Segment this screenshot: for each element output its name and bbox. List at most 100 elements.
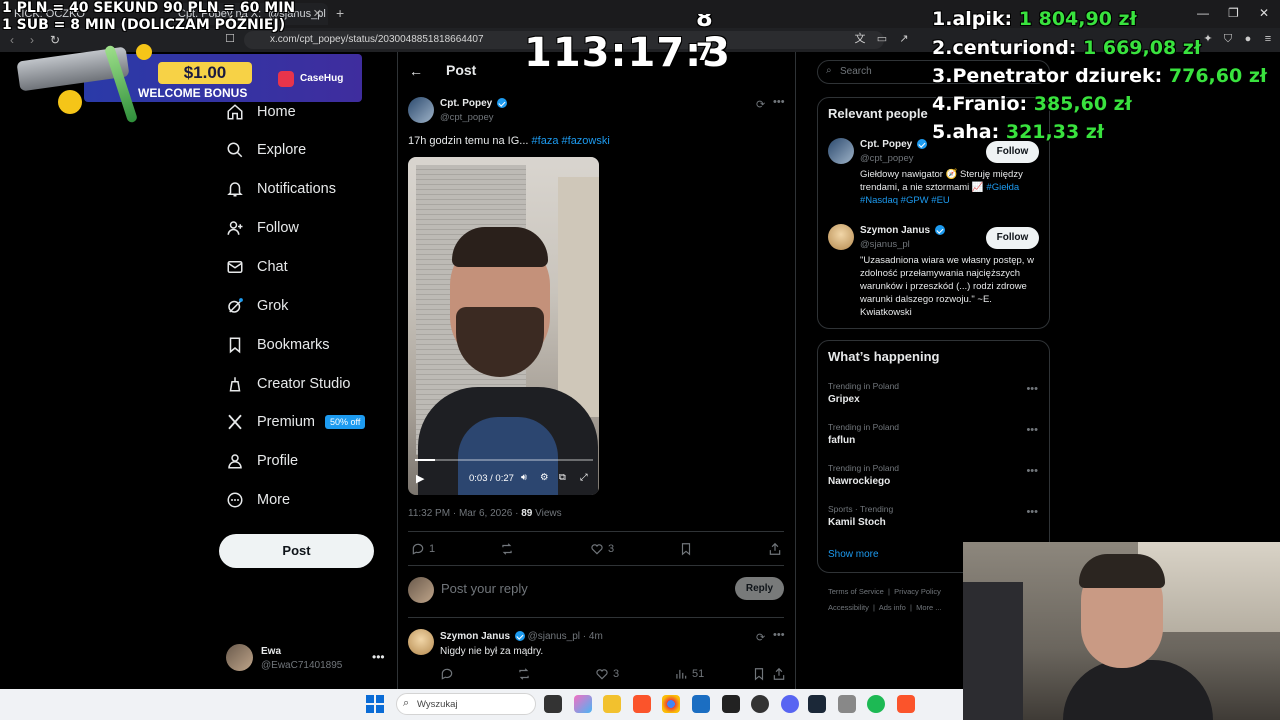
trend-item[interactable]: Sports · Trending Kamil Stoch ••• bbox=[828, 504, 1038, 528]
footer-link[interactable]: More ... bbox=[916, 603, 941, 612]
video-player[interactable]: ▶ 0:03 / 0:27 🔊︎ ⚙ ⧉ ⤢ bbox=[408, 157, 599, 495]
more-icon[interactable]: ••• bbox=[773, 96, 785, 108]
brave-icon[interactable] bbox=[897, 695, 915, 713]
fullscreen-icon[interactable]: ⤢ bbox=[580, 472, 588, 483]
bookmark-button[interactable] bbox=[679, 542, 697, 556]
grok-analyze-icon[interactable]: ⟳ bbox=[756, 98, 765, 111]
screenshot-icon[interactable]: ▭ bbox=[876, 33, 888, 45]
maximize-icon[interactable]: ❐ bbox=[1228, 6, 1239, 20]
avatar[interactable] bbox=[828, 138, 854, 164]
brave-icon[interactable] bbox=[633, 695, 651, 713]
file-explorer-icon[interactable] bbox=[603, 695, 621, 713]
store-icon[interactable] bbox=[692, 695, 710, 713]
bookmark-button[interactable] bbox=[752, 667, 770, 681]
show-more-link[interactable]: Show more bbox=[828, 549, 879, 560]
share-icon[interactable]: ↗ bbox=[898, 33, 910, 45]
close-icon[interactable]: ✕ bbox=[313, 7, 322, 20]
back-icon[interactable]: ‹ bbox=[10, 33, 14, 47]
spotify-icon[interactable] bbox=[867, 695, 885, 713]
person-name[interactable]: Szymon Janus bbox=[860, 225, 945, 236]
translate-icon[interactable]: 文 bbox=[854, 33, 866, 45]
task-view-icon[interactable] bbox=[544, 695, 562, 713]
account-switcher[interactable]: Ewa @EwaC71401895 ••• bbox=[226, 644, 386, 676]
more-icon[interactable]: ••• bbox=[1026, 383, 1038, 395]
sidebar-item-chat[interactable]: Chat bbox=[226, 253, 288, 281]
footer-link[interactable]: Privacy Policy bbox=[894, 587, 941, 596]
window-close-icon[interactable]: ✕ bbox=[1259, 6, 1269, 20]
reply-button[interactable]: 1 bbox=[411, 542, 435, 556]
steam-icon[interactable] bbox=[808, 695, 826, 713]
reply-input[interactable]: Post your reply bbox=[441, 581, 528, 596]
avatar[interactable] bbox=[828, 224, 854, 250]
obs-icon[interactable] bbox=[751, 695, 769, 713]
avatar[interactable] bbox=[408, 629, 434, 655]
post-author-name[interactable]: Cpt. Popey bbox=[440, 98, 508, 109]
hashtag-link[interactable]: #faza bbox=[532, 135, 559, 147]
coin-icon bbox=[58, 90, 82, 114]
settings-icon[interactable]: ⚙ bbox=[540, 472, 549, 483]
like-button[interactable]: 3 bbox=[590, 542, 614, 556]
sidebar-item-grok[interactable]: Grok bbox=[226, 292, 288, 320]
windows-start-icon[interactable] bbox=[366, 695, 384, 713]
taskbar-search-input[interactable]: ⌕ Wyszukaj bbox=[396, 693, 536, 715]
footer-link[interactable]: Terms of Service bbox=[828, 587, 884, 596]
volume-icon[interactable]: 🔊︎ bbox=[521, 472, 527, 483]
person-bio: "Uzasadniona wiara we własny postęp, w z… bbox=[860, 255, 1034, 318]
more-icon[interactable]: ••• bbox=[1026, 506, 1038, 518]
calculator-icon[interactable] bbox=[838, 695, 856, 713]
video-progress-bar[interactable] bbox=[415, 459, 593, 461]
pip-icon[interactable]: ⧉ bbox=[559, 472, 566, 483]
sidebar-item-premium[interactable]: Premium 50% off bbox=[226, 408, 366, 436]
menu-icon[interactable]: ≡ bbox=[1262, 33, 1274, 45]
repost-button[interactable] bbox=[500, 542, 518, 556]
footer-link[interactable]: Accessibility bbox=[828, 603, 869, 612]
follow-button[interactable]: Follow bbox=[986, 141, 1039, 163]
comment-author-handle[interactable]: @sjanus_pl · 4m bbox=[528, 631, 603, 642]
post-button[interactable]: Post bbox=[219, 534, 374, 568]
share-button[interactable] bbox=[772, 667, 790, 681]
play-icon[interactable]: ▶ bbox=[416, 472, 424, 485]
post-timestamp[interactable]: 11:32 PM · Mar 6, 2026 · bbox=[408, 508, 521, 519]
chrome-icon[interactable] bbox=[662, 695, 680, 713]
sidebar-item-explore[interactable]: Explore bbox=[226, 136, 306, 164]
person-handle[interactable]: @sjanus_pl bbox=[860, 239, 910, 250]
trend-item[interactable]: Trending in Poland Nawrockiego ••• bbox=[828, 463, 1038, 487]
more-icon[interactable]: ••• bbox=[1026, 465, 1038, 477]
reply-button[interactable] bbox=[440, 667, 458, 681]
more-icon[interactable]: ••• bbox=[1026, 424, 1038, 436]
hashtag-link[interactable]: #fazowski bbox=[562, 135, 610, 147]
footer-link[interactable]: Ads info bbox=[879, 603, 906, 612]
grok-analyze-icon[interactable]: ⟳ bbox=[756, 631, 765, 644]
sidebar-item-more[interactable]: More bbox=[226, 486, 290, 514]
shield-icon[interactable]: ⛉ bbox=[1222, 33, 1234, 45]
views-button[interactable]: 51 bbox=[674, 667, 704, 681]
reply-submit-button[interactable]: Reply bbox=[735, 577, 784, 600]
like-button[interactable]: 3 bbox=[595, 667, 619, 681]
repost-button[interactable] bbox=[517, 667, 535, 681]
copilot-icon[interactable] bbox=[574, 695, 592, 713]
profile-icon[interactable]: ● bbox=[1242, 33, 1254, 45]
follow-button[interactable]: Follow bbox=[986, 227, 1039, 249]
sidebar-item-bookmarks[interactable]: Bookmarks bbox=[226, 331, 330, 359]
minimize-icon[interactable]: — bbox=[1197, 6, 1209, 20]
app-icon[interactable] bbox=[722, 695, 740, 713]
person-handle[interactable]: @cpt_popey bbox=[860, 153, 913, 164]
person-name[interactable]: Cpt. Popey bbox=[860, 139, 928, 150]
trend-item[interactable]: Trending in Poland Gripex ••• bbox=[828, 381, 1038, 405]
trend-item[interactable]: Trending in Poland faflun ••• bbox=[828, 422, 1038, 446]
casehug-banner[interactable]: $1.00 WELCOME BONUS CaseHug bbox=[16, 44, 364, 124]
share-button[interactable] bbox=[768, 542, 786, 556]
extension-icon[interactable]: ✦ bbox=[1202, 33, 1214, 45]
sidebar-item-notifications[interactable]: Notifications bbox=[226, 175, 336, 203]
sidebar-item-follow[interactable]: Follow bbox=[226, 214, 299, 242]
more-icon[interactable]: ••• bbox=[372, 650, 385, 664]
new-tab-icon[interactable]: + bbox=[336, 5, 344, 21]
sidebar-item-profile[interactable]: Profile bbox=[226, 447, 298, 475]
back-arrow-icon[interactable]: ← bbox=[409, 63, 423, 79]
avatar[interactable] bbox=[408, 97, 434, 123]
more-icon[interactable]: ••• bbox=[773, 629, 785, 641]
discord-icon[interactable] bbox=[781, 695, 799, 713]
comment-author-name[interactable]: Szymon Janus bbox=[440, 631, 510, 642]
post-author-handle[interactable]: @cpt_popey bbox=[440, 112, 493, 123]
sidebar-item-creator-studio[interactable]: Creator Studio bbox=[226, 370, 351, 398]
